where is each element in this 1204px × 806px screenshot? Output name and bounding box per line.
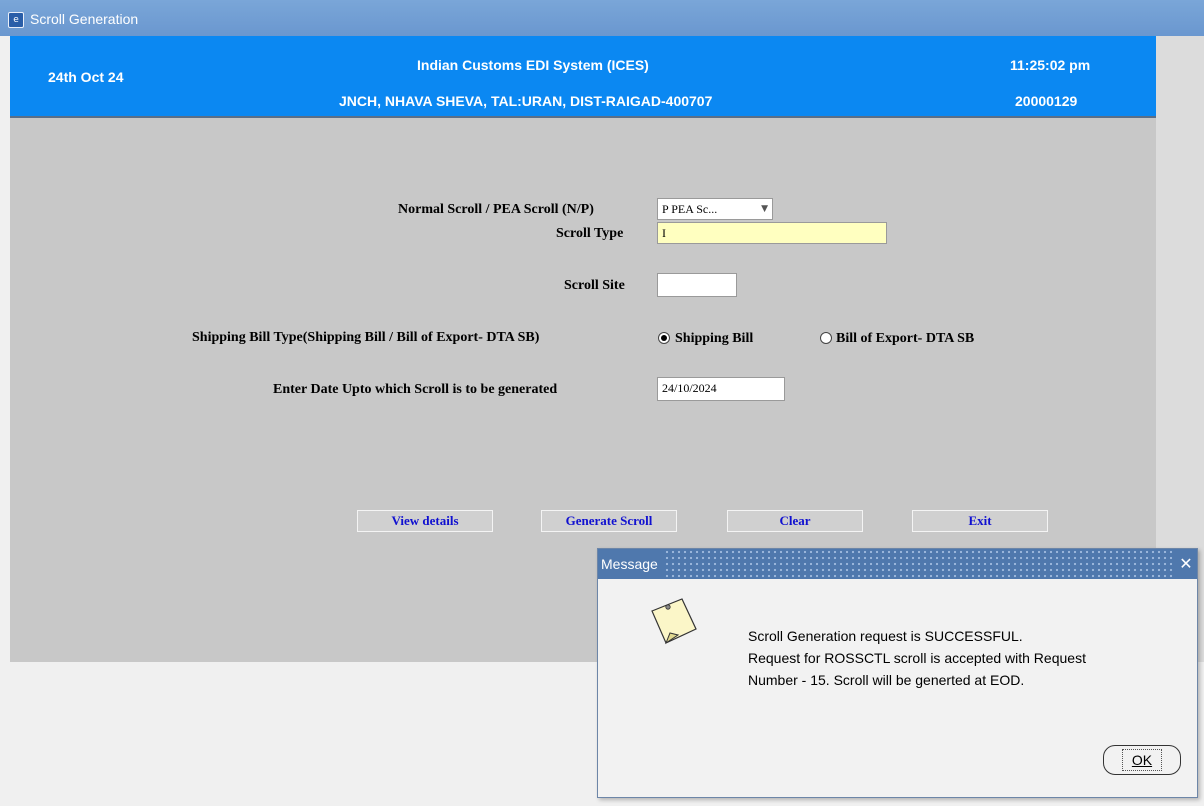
dialog-message-line: Scroll Generation request is SUCCESSFUL. <box>748 628 1023 644</box>
exit-button[interactable]: Exit <box>912 510 1048 532</box>
note-icon <box>651 598 697 645</box>
header-date: 24th Oct 24 <box>48 69 124 85</box>
view-details-button[interactable]: View details <box>357 510 493 532</box>
radio-shipping-bill-label[interactable]: Shipping Bill <box>675 331 753 347</box>
ok-button[interactable]: OK <box>1103 745 1181 775</box>
header-time: 11:25:02 pm <box>1010 57 1091 73</box>
clear-button[interactable]: Clear <box>727 510 863 532</box>
scroll-mode-label: Normal Scroll / PEA Scroll (N/P) <box>398 202 594 217</box>
generate-scroll-button[interactable]: Generate Scroll <box>541 510 677 532</box>
dialog-title: Message <box>598 549 664 579</box>
scroll-mode-value: P PEA Sc... <box>662 202 718 216</box>
dialog-message-line: Request for ROSSCTL scroll is accepted w… <box>748 650 1086 666</box>
scroll-mode-select[interactable]: P PEA Sc... ▼ <box>657 198 773 220</box>
chevron-down-icon[interactable]: ▼ <box>761 199 768 219</box>
window-titlebar: e Scroll Generation <box>0 0 1204 36</box>
date-upto-label: Enter Date Upto which Scroll is to be ge… <box>273 382 558 397</box>
dialog-titlebar[interactable]: Message ✕ <box>598 549 1197 579</box>
message-dialog: Message ✕ Scroll Generation request is S… <box>597 548 1198 798</box>
radio-bill-of-export[interactable] <box>820 332 832 344</box>
dialog-message-line: Number - 15. Scroll will be generted at … <box>748 672 1025 688</box>
scroll-site-input[interactable] <box>657 273 737 297</box>
scroll-type-input[interactable]: I <box>657 222 887 244</box>
app-header: 24th Oct 24 Indian Customs EDI System (I… <box>10 36 1156 118</box>
radio-bill-of-export-label[interactable]: Bill of Export- DTA SB <box>836 331 974 347</box>
app-icon: e <box>8 12 24 28</box>
header-location: JNCH, NHAVA SHEVA, TAL:URAN, DIST-RAIGAD… <box>339 93 713 109</box>
dialog-message: Scroll Generation request is SUCCESSFUL.… <box>748 625 1178 691</box>
sb-type-label: Shipping Bill Type(Shipping Bill / Bill … <box>192 330 540 345</box>
scroll-site-label: Scroll Site <box>564 278 625 293</box>
window-title: Scroll Generation <box>30 11 139 27</box>
header-system-name: Indian Customs EDI System (ICES) <box>417 57 649 73</box>
close-icon[interactable]: ✕ <box>1175 549 1197 579</box>
scroll-type-label: Scroll Type <box>556 226 624 241</box>
header-user-id: 20000129 <box>1015 93 1078 109</box>
radio-shipping-bill[interactable] <box>658 332 670 344</box>
date-upto-input[interactable]: 24/10/2024 <box>657 377 785 401</box>
ok-button-label: OK <box>1121 749 1163 771</box>
